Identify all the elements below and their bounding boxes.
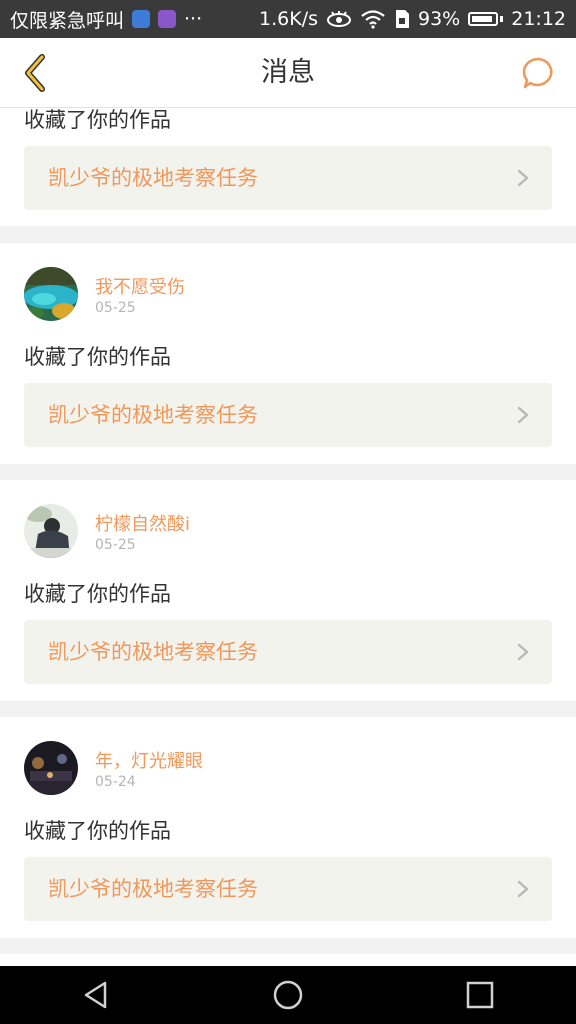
network-speed: 1.6K/s <box>259 8 318 30</box>
username[interactable]: 柠檬自然酸i <box>95 510 190 536</box>
page-title: 消息 <box>261 57 315 88</box>
clock: 21:12 <box>511 8 566 30</box>
work-link[interactable]: 凯少爷的极地考察任务 <box>24 620 552 684</box>
battery-icon <box>468 12 499 26</box>
work-link[interactable]: 凯少爷的极地考察任务 <box>24 146 552 210</box>
notification-app-icon <box>132 10 151 28</box>
sim-icon <box>396 10 409 28</box>
chat-bubble-icon <box>522 57 553 89</box>
notification-app-icon-2 <box>158 10 177 28</box>
date: 05-25 <box>95 300 136 316</box>
avatar[interactable] <box>24 504 78 558</box>
nav-recent-button[interactable] <box>450 966 510 1024</box>
work-title: 凯少爷的极地考察任务 <box>48 166 258 190</box>
battery-percent: 93% <box>418 8 461 30</box>
chevron-right-icon <box>517 169 529 187</box>
status-left: 仅限紧急呼叫 ··· <box>10 6 202 33</box>
carrier-text: 仅限紧急呼叫 <box>10 9 125 32</box>
system-nav-bar <box>0 966 576 1024</box>
action-text: 收藏了你的作品 <box>24 345 171 369</box>
message-card: 年，灯光耀眼 05-24 收藏了你的作品 凯少爷的极地考察任务 <box>0 717 576 938</box>
action-text: 收藏了你的作品 <box>24 108 171 132</box>
status-right: 1.6K/s 93% 21:12 <box>259 8 566 30</box>
work-title: 凯少爷的极地考察任务 <box>48 403 258 427</box>
triangle-back-icon <box>84 981 107 1009</box>
nav-back-button[interactable] <box>66 966 126 1024</box>
eye-icon <box>327 11 351 27</box>
chat-button[interactable] <box>516 50 562 96</box>
battery-tip <box>500 16 504 22</box>
message-list[interactable]: 收藏了你的作品 凯少爷的极地考察任务 我不愿受伤 05-25 收藏了你的作品 凯… <box>0 108 576 966</box>
circle-home-icon <box>273 980 303 1010</box>
chevron-right-icon <box>517 406 529 424</box>
nav-home-button[interactable] <box>258 966 318 1024</box>
work-link[interactable]: 凯少爷的极地考察任务 <box>24 857 552 921</box>
avatar[interactable] <box>24 267 78 321</box>
username[interactable]: 年，灯光耀眼 <box>95 747 203 773</box>
action-text: 收藏了你的作品 <box>24 819 171 843</box>
date: 05-25 <box>95 537 136 553</box>
avatar[interactable] <box>24 741 78 795</box>
more-notifications-icon: ··· <box>184 8 203 30</box>
action-text: 收藏了你的作品 <box>24 582 171 606</box>
work-title: 凯少爷的极地考察任务 <box>48 877 258 901</box>
message-card <box>0 954 576 966</box>
message-card: 我不愿受伤 05-25 收藏了你的作品 凯少爷的极地考察任务 <box>0 243 576 464</box>
date: 05-24 <box>95 774 136 790</box>
wifi-icon <box>361 10 385 29</box>
chevron-right-icon <box>517 880 529 898</box>
username[interactable]: 我不愿受伤 <box>95 273 185 299</box>
message-card: 柠檬自然酸i 05-25 收藏了你的作品 凯少爷的极地考察任务 <box>0 480 576 701</box>
chevron-right-icon <box>517 643 529 661</box>
work-link[interactable]: 凯少爷的极地考察任务 <box>24 383 552 447</box>
work-title: 凯少爷的极地考察任务 <box>48 640 258 664</box>
screen: 仅限紧急呼叫 ··· 1.6K/s 93% 21:12 消息 收藏了你的作品 凯… <box>0 0 576 1024</box>
status-bar: 仅限紧急呼叫 ··· 1.6K/s 93% 21:12 <box>0 0 576 38</box>
header: 消息 <box>0 38 576 108</box>
square-recent-icon <box>466 981 494 1009</box>
message-card: 收藏了你的作品 凯少爷的极地考察任务 <box>0 108 576 226</box>
